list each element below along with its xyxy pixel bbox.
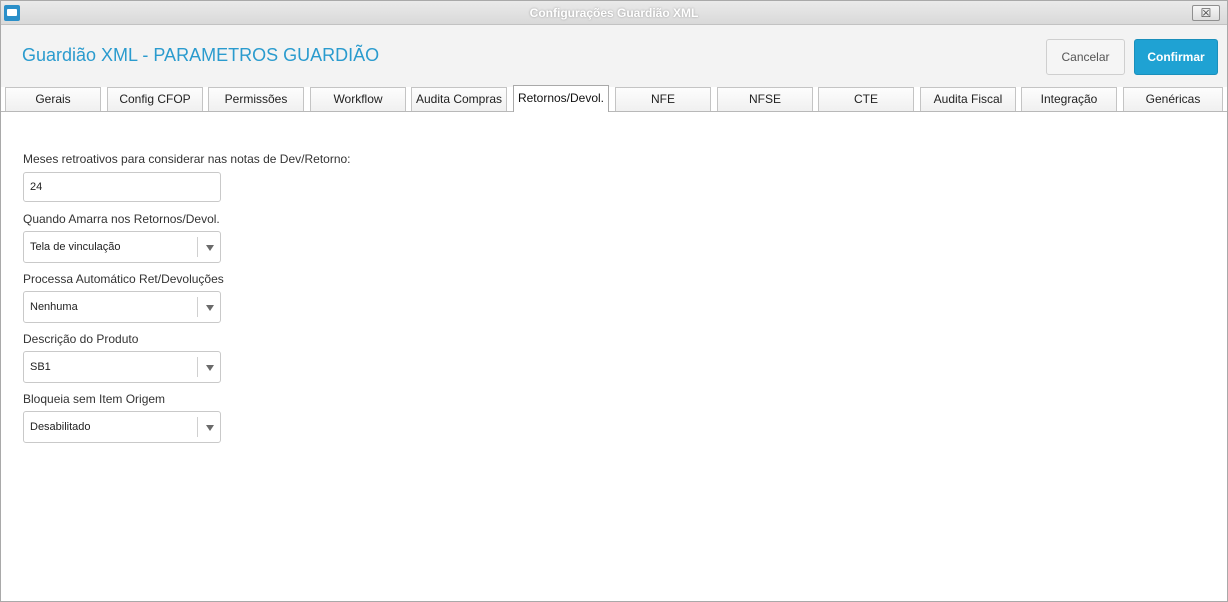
descricao-select-value: SB1 [30, 361, 51, 373]
title-bar: Configurações Guardião XML ☒ [1, 1, 1227, 25]
processa-label: Processa Automático Ret/Devoluções [23, 272, 224, 286]
processa-select-value: Nenhuma [30, 301, 78, 313]
descricao-select[interactable]: SB1 [23, 351, 221, 383]
chevron-down-icon [206, 425, 214, 431]
cancel-button[interactable]: Cancelar [1046, 39, 1125, 75]
tab-cte[interactable]: CTE [818, 87, 914, 111]
tab-bar: Gerais Config CFOP Permissões Workflow A… [1, 85, 1227, 112]
chevron-down-icon [206, 245, 214, 251]
amarra-select[interactable]: Tela de vinculação [23, 231, 221, 263]
select-divider [197, 357, 198, 377]
tab-gerais[interactable]: Gerais [5, 87, 101, 111]
descricao-label: Descrição do Produto [23, 332, 139, 346]
tab-content: Meses retroativos para considerar nas no… [1, 112, 1227, 601]
bloqueia-label: Bloqueia sem Item Origem [23, 392, 166, 406]
header: Guardião XML - PARAMETROS GUARDIÃO Cance… [1, 25, 1227, 87]
tab-config-cfop[interactable]: Config CFOP [107, 87, 203, 111]
tab-audita-compras[interactable]: Audita Compras [411, 87, 507, 111]
page-title: Guardião XML - PARAMETROS GUARDIÃO [22, 45, 380, 65]
meses-input[interactable] [23, 172, 221, 202]
amarra-select-value: Tela de vinculação [30, 241, 121, 253]
tab-retornos-devol[interactable]: Retornos/Devol. [513, 85, 609, 112]
bloqueia-select[interactable]: Desabilitado [23, 411, 221, 443]
tab-permissoes[interactable]: Permissões [208, 87, 304, 111]
window-title: Configurações Guardião XML [529, 6, 699, 20]
meses-label: Meses retroativos para considerar nas no… [23, 152, 351, 166]
select-divider [197, 417, 198, 437]
chevron-down-icon [206, 365, 214, 371]
bloqueia-select-value: Desabilitado [30, 421, 91, 433]
processa-select[interactable]: Nenhuma [23, 291, 221, 323]
confirm-button[interactable]: Confirmar [1134, 39, 1218, 75]
select-divider [197, 297, 198, 317]
config-window: Configurações Guardião XML ☒ Guardião XM… [0, 0, 1228, 602]
tab-workflow[interactable]: Workflow [310, 87, 406, 111]
tab-audita-fiscal[interactable]: Audita Fiscal [920, 87, 1016, 111]
select-divider [197, 237, 198, 257]
close-button[interactable]: ☒ [1192, 5, 1220, 21]
tab-nfse[interactable]: NFSE [717, 87, 813, 111]
tab-nfe[interactable]: NFE [615, 87, 711, 111]
chevron-down-icon [206, 305, 214, 311]
close-icon: ☒ [1200, 6, 1212, 20]
tab-genericas[interactable]: Genéricas [1123, 87, 1223, 111]
amarra-label: Quando Amarra nos Retornos/Devol. [23, 212, 220, 226]
tab-integracao[interactable]: Integração [1021, 87, 1117, 111]
